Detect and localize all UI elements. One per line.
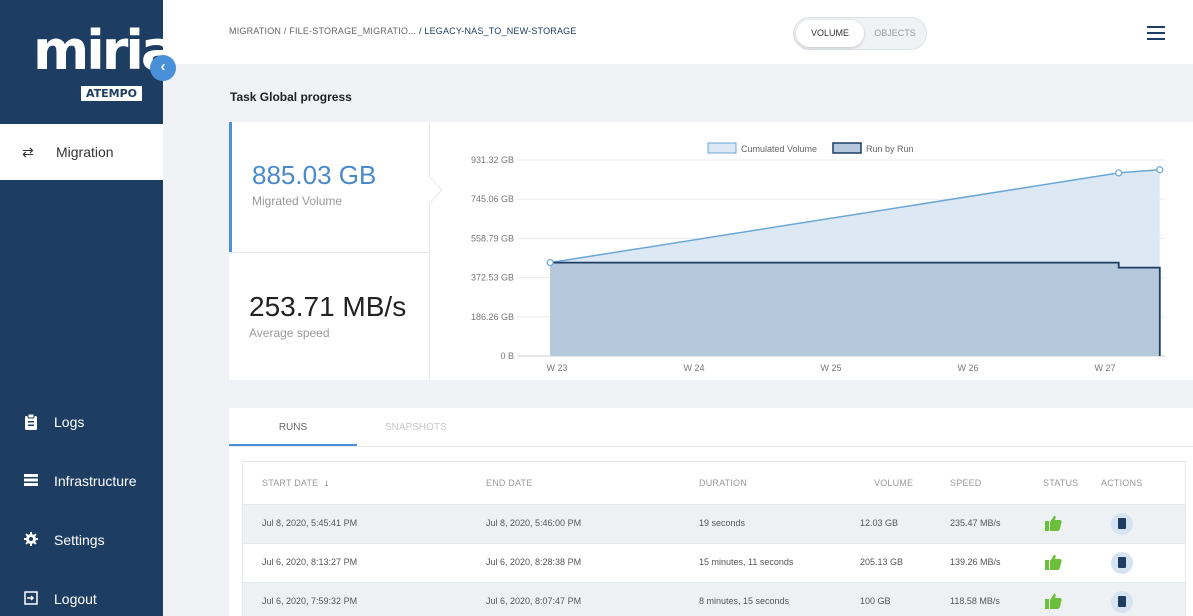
legend-swatch-cumulated — [707, 142, 737, 154]
average-speed-label: Average speed — [249, 326, 330, 340]
sidebar-item-migration[interactable]: ⇄ Migration — [0, 124, 163, 180]
hamburger-icon[interactable] — [1147, 26, 1165, 40]
gear-icon — [24, 532, 40, 548]
table-row[interactable]: Jul 8, 2020, 5:45:41 PM Jul 8, 2020, 5:46… — [242, 505, 1186, 544]
table-header: START DATE ↓ END DATE DURATION VOLUME SP… — [242, 461, 1186, 505]
breadcrumb: MIGRATION / FILE-STORAGE_MIGRATIO... / L… — [229, 26, 577, 36]
migrated-volume-stat: 885.03 GB Migrated Volume — [229, 122, 430, 252]
x-tick-label: W 26 — [957, 363, 978, 373]
table-row[interactable]: Jul 6, 2020, 7:59:32 PM Jul 6, 2020, 8:07… — [242, 583, 1186, 616]
column-status[interactable]: STATUS — [1043, 478, 1078, 488]
cell-duration: 19 seconds — [699, 518, 746, 528]
clipboard-icon[interactable] — [1111, 513, 1133, 535]
breadcrumb-current: LEGACY-NAS_TO_NEW-STORAGE — [424, 26, 577, 36]
column-duration[interactable]: DURATION — [699, 478, 747, 488]
migrated-volume-value: 885.03 GB — [252, 160, 377, 190]
top-bar: MIGRATION / FILE-STORAGE_MIGRATIO... / L… — [163, 0, 1193, 64]
run-by-run-area — [550, 262, 1160, 356]
thumbs-up-icon — [1045, 515, 1062, 531]
sidebar-item-label: Settings — [54, 532, 105, 548]
breadcrumb-item[interactable]: MIGRATION — [229, 26, 281, 36]
clipboard-icon — [24, 413, 40, 430]
x-tick-label: W 27 — [1094, 363, 1115, 373]
cell-volume: 205.13 GB — [860, 557, 904, 567]
cell-end-date: Jul 8, 2020, 5:46:00 PM — [486, 518, 582, 528]
column-label: START DATE — [262, 478, 319, 488]
logout-icon — [24, 591, 40, 607]
legend-swatch-run — [832, 142, 862, 154]
column-speed[interactable]: SPEED — [950, 478, 982, 488]
legend-run[interactable]: Run by Run — [866, 144, 914, 154]
runs-table: START DATE ↓ END DATE DURATION VOLUME SP… — [242, 461, 1186, 616]
cell-duration: 15 minutes, 11 seconds — [699, 557, 794, 567]
sidebar-item-label: Logs — [54, 414, 85, 430]
cell-speed: 139.26 MB/s — [950, 557, 1001, 567]
x-tick-label: W 23 — [546, 363, 567, 373]
logo[interactable]: miria ATEMPO — [5, 6, 177, 118]
cell-volume: 12.03 GB — [860, 518, 899, 528]
data-point[interactable] — [1115, 169, 1123, 177]
server-list-icon — [24, 473, 40, 489]
toggle-volume[interactable]: VOLUME — [796, 20, 864, 47]
average-speed-value: 253.71 MB/s — [249, 291, 407, 322]
cell-start-date: Jul 6, 2020, 8:13:27 PM — [262, 557, 358, 567]
x-tick-label: W 25 — [820, 363, 841, 373]
cell-speed: 235.47 MB/s — [950, 518, 1001, 528]
x-tick-label: W 24 — [683, 363, 704, 373]
cell-end-date: Jul 6, 2020, 8:28:38 PM — [486, 557, 582, 567]
thumbs-up-icon — [1045, 554, 1062, 570]
cell-speed: 118.58 MB/s — [950, 596, 1000, 606]
sidebar-item-label: Infrastructure — [54, 473, 137, 489]
column-end-date[interactable]: END DATE — [486, 478, 532, 488]
arrow-down-icon: ↓ — [324, 478, 330, 489]
cell-end-date: Jul 6, 2020, 8:07:47 PM — [486, 596, 582, 606]
column-start-date[interactable]: START DATE ↓ — [262, 478, 329, 489]
column-actions: ACTIONS — [1101, 478, 1143, 488]
sidebar-item-label: Migration — [56, 144, 114, 160]
tab-divider — [229, 446, 1193, 447]
tab-runs[interactable]: RUNS — [229, 422, 357, 433]
average-speed-stat: 253.71 MB/s Average speed — [229, 252, 430, 380]
sidebar-item-infrastructure[interactable]: Infrastructure — [0, 466, 163, 496]
sidebar-item-settings[interactable]: Settings — [0, 525, 163, 555]
clipboard-icon[interactable] — [1111, 591, 1133, 613]
column-volume[interactable]: VOLUME — [874, 478, 913, 488]
y-tick-label: 372.53 GB — [471, 273, 514, 283]
sidebar-item-logout[interactable]: Logout — [0, 584, 163, 614]
cell-start-date: Jul 8, 2020, 5:45:41 PM — [262, 518, 358, 528]
table-row[interactable]: Jul 6, 2020, 8:13:27 PM Jul 6, 2020, 8:28… — [242, 544, 1186, 583]
breadcrumb-item[interactable]: FILE-STORAGE_MIGRATIO... — [289, 26, 416, 36]
cell-start-date: Jul 6, 2020, 7:59:32 PM — [262, 596, 358, 606]
cell-duration: 8 minutes, 15 seconds — [699, 596, 790, 606]
clipboard-icon[interactable] — [1111, 552, 1133, 574]
toggle-objects[interactable]: OBJECTS — [866, 20, 924, 47]
chevron-left-icon[interactable]: ‹ — [150, 55, 176, 81]
legend-cumulated[interactable]: Cumulated Volume — [741, 144, 817, 154]
y-tick-label: 745.06 GB — [471, 194, 514, 204]
y-tick-label: 558.79 GB — [471, 233, 514, 243]
tab-snapshots[interactable]: SNAPSHOTS — [385, 422, 447, 433]
volume-objects-toggle: VOLUME OBJECTS — [793, 17, 927, 50]
logo-subtitle: ATEMPO — [81, 86, 143, 101]
y-tick-label: 186.26 GB — [471, 312, 514, 322]
data-point[interactable] — [1156, 166, 1164, 174]
volume-chart: 931.32 GB 745.06 GB 558.79 GB 372.53 GB 186.… — [471, 142, 1165, 373]
y-tick-label: 931.32 GB — [471, 155, 514, 165]
y-tick-label: 0 B — [500, 351, 514, 361]
migrated-volume-label: Migrated Volume — [252, 194, 343, 208]
thumbs-up-icon — [1045, 593, 1062, 609]
section-title: Task Global progress — [230, 90, 352, 104]
sidebar-item-label: Logout — [54, 591, 97, 607]
sidebar-item-logs[interactable]: Logs — [0, 407, 163, 437]
cell-volume: 100 GB — [860, 596, 891, 606]
data-point[interactable] — [546, 258, 554, 267]
swap-arrows-icon: ⇄ — [22, 143, 34, 160]
